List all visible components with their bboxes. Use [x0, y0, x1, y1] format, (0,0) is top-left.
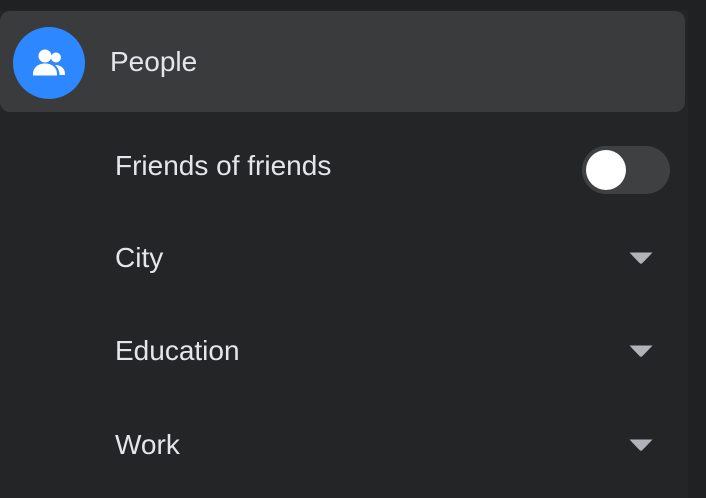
toggle-knob [586, 150, 626, 190]
caret-down-icon [628, 251, 654, 265]
filter-label: Friends of friends [115, 150, 332, 181]
people-filter-panel: People Friends of friends City Education… [0, 0, 706, 498]
top-divider [0, 0, 706, 10]
filter-work[interactable]: Work [0, 416, 685, 476]
filter-label: City [115, 242, 164, 273]
filter-education[interactable]: Education [0, 322, 685, 382]
people-label: People [110, 46, 198, 77]
friends-of-friends-toggle[interactable] [582, 146, 670, 194]
caret-down-icon [628, 344, 654, 358]
right-gutter [688, 0, 706, 498]
caret-down-icon [628, 438, 654, 452]
filter-label: Education [115, 335, 240, 366]
filter-city[interactable]: City [0, 229, 685, 289]
people-category-item[interactable]: People [0, 11, 685, 112]
filter-label: Work [115, 429, 180, 460]
people-icon [13, 27, 85, 99]
filter-friends-of-friends[interactable]: Friends of friends [0, 137, 685, 197]
